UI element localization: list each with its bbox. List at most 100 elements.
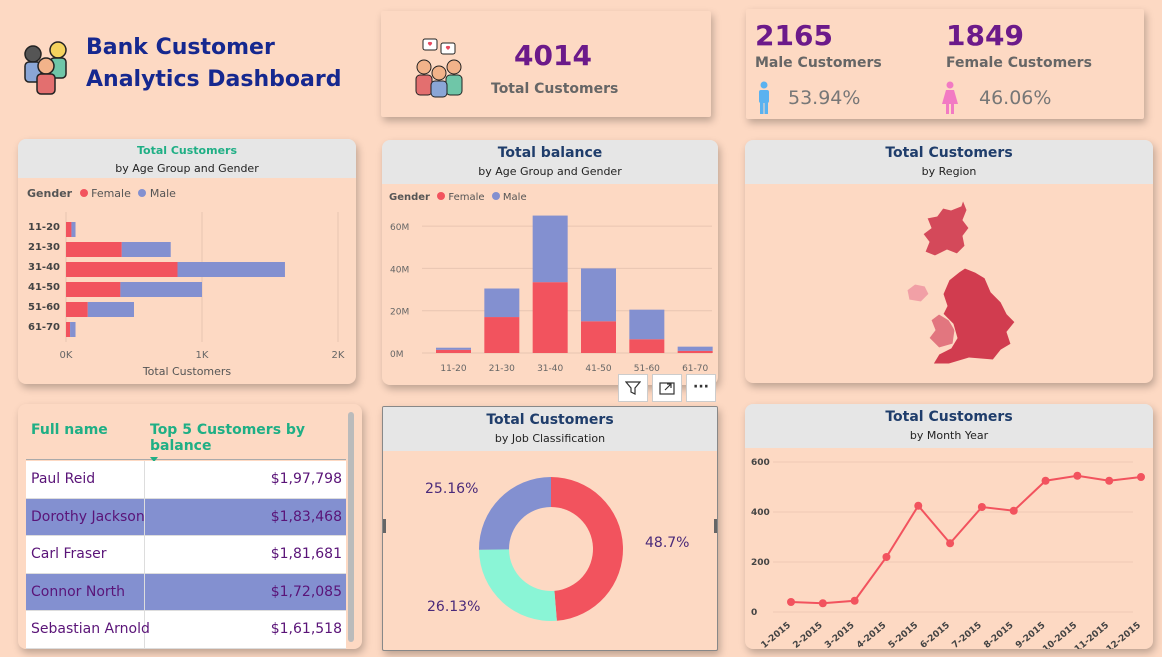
y-tick-label: 60M xyxy=(390,223,409,233)
job-header: Total Customers by Job Classification xyxy=(383,407,717,451)
y-tick-label: 51-60 xyxy=(28,302,60,313)
bar-female-51-60 xyxy=(629,339,665,353)
month-title: Total Customers xyxy=(885,409,1013,425)
female-customers-label: Female Customers xyxy=(946,55,1092,71)
y-tick-label: 600 xyxy=(751,458,770,468)
job-donut-plot: 48.7% 26.13% 25.16% xyxy=(425,477,689,621)
balance-header: Total balance by Age Group and Gender xyxy=(382,140,718,184)
bar-female-21-30 xyxy=(66,242,122,257)
point-4-2015 xyxy=(882,553,891,561)
y-tick-label: 0M xyxy=(390,350,404,360)
table-row[interactable]: Paul Reid $1,97,798 xyxy=(26,461,346,499)
y-tick-label: 61-70 xyxy=(28,322,60,333)
map-region-northern-ireland[interactable] xyxy=(906,283,930,303)
x-tick-label: 21-30 xyxy=(489,364,515,374)
x-tick-label: 11-2015 xyxy=(1073,621,1111,649)
bar-female-61-70 xyxy=(677,350,713,353)
table-row[interactable]: Connor North $1,72,085 xyxy=(26,573,346,611)
map-region-scotland[interactable] xyxy=(922,193,970,257)
x-tick-label: 5-2015 xyxy=(887,621,920,649)
focus-mode-icon xyxy=(659,382,675,395)
male-percentage: 53.94% xyxy=(788,87,861,109)
x-tick-label: 2-2015 xyxy=(791,621,824,649)
focus-mode-button[interactable] xyxy=(652,374,682,402)
cell-balance: $1,81,681 xyxy=(270,546,342,563)
map-region-england[interactable] xyxy=(932,267,1016,365)
y-tick-label: 21-30 xyxy=(28,242,60,253)
female-percentage: 46.06% xyxy=(979,87,1052,109)
bar-female-31-40 xyxy=(66,262,178,277)
table-row[interactable]: Sebastian Arnold $1,61,518 xyxy=(26,611,346,649)
col-header-balance[interactable]: Top 5 Customers by balance xyxy=(145,410,346,462)
region-title: Total Customers xyxy=(885,145,1013,161)
female-person-icon xyxy=(942,81,958,114)
age-customers-xlabel: Total Customers xyxy=(142,365,232,378)
point-9-2015 xyxy=(1041,476,1050,485)
x-tick-label: 10-2015 xyxy=(1041,621,1079,649)
cell-full-name: Paul Reid xyxy=(26,461,145,498)
x-tick-label: 7-2015 xyxy=(951,621,984,649)
bar-male-61-70 xyxy=(677,346,713,351)
bar-female-41-50 xyxy=(581,321,616,353)
female-customers-value: 1849 xyxy=(946,19,1024,52)
table-row[interactable]: Dorothy Jackson $1,83,468 xyxy=(26,498,346,536)
table-header-row: Full name Top 5 Customers by balance xyxy=(26,410,346,462)
bar-female-31-40 xyxy=(532,282,568,353)
age-customers-header: Total Customers by Age Group and Gender xyxy=(18,139,356,178)
filter-button[interactable] xyxy=(618,374,648,402)
region-map-card[interactable]: Total Customers by Region xyxy=(745,140,1153,383)
month-line-card[interactable]: Total Customers by Month Year 0 200 400 600… xyxy=(745,404,1153,649)
bar-male-21-30 xyxy=(121,242,171,257)
point-1-2015 xyxy=(787,598,795,606)
balance-chart-card[interactable]: Total balance by Age Group and Gender Ge… xyxy=(382,140,718,385)
kpi-total-customers-card[interactable]: 4014 Total Customers xyxy=(381,11,711,117)
job-classification-card[interactable]: Total Customers by Job Classification 48… xyxy=(382,406,718,651)
bar-male-11-20 xyxy=(436,347,471,350)
bar-female-11-20 xyxy=(436,349,471,353)
bar-male-51-60 xyxy=(87,302,134,317)
bar-female-41-50 xyxy=(66,282,121,297)
x-tick-label: 2K xyxy=(332,350,345,361)
bar-male-31-40 xyxy=(532,215,568,283)
col-header-full-name[interactable]: Full name xyxy=(26,410,145,459)
table-row[interactable]: Carl Fraser $1,81,681 xyxy=(26,536,346,574)
balance-subtitle: by Age Group and Gender xyxy=(478,165,622,178)
top-customers-table-card[interactable]: Full name Top 5 Customers by balance Pau… xyxy=(18,404,362,649)
month-subtitle: by Month Year xyxy=(909,429,989,442)
resize-handle-left[interactable] xyxy=(383,519,386,533)
region-subtitle: by Region xyxy=(921,165,977,178)
table-scrollbar[interactable] xyxy=(348,412,354,642)
y-tick-label: 40M xyxy=(390,265,409,275)
job-subtitle: by Job Classification xyxy=(494,432,606,445)
male-person-icon xyxy=(759,81,769,114)
y-tick-label: 11-20 xyxy=(28,222,60,233)
bar-male-11-20 xyxy=(71,222,76,237)
filter-icon xyxy=(625,381,641,395)
uk-region-map[interactable] xyxy=(745,184,1153,383)
resize-handle-right[interactable] xyxy=(714,519,717,533)
bar-male-31-40 xyxy=(177,262,285,277)
bar-male-51-60 xyxy=(629,309,665,340)
x-tick-label: 12-2015 xyxy=(1105,621,1143,649)
bar-male-61-70 xyxy=(70,322,76,337)
point-12-2015 xyxy=(1137,473,1145,481)
x-tick-label: 41-50 xyxy=(585,364,611,374)
y-tick-label: 20M xyxy=(390,308,409,318)
point-3-2015 xyxy=(850,596,859,605)
age-gender-customers-card[interactable]: Total Customers by Age Group and Gender … xyxy=(18,139,356,384)
kpi-gender-card[interactable]: 2165 Male Customers 53.94% 1849 Female C… xyxy=(746,9,1144,119)
cell-full-name: Carl Fraser xyxy=(26,536,145,573)
donut-slice-0 xyxy=(551,477,623,621)
donut-label-2: 25.16% xyxy=(425,481,478,497)
more-options-button[interactable]: ··· xyxy=(686,374,716,402)
balance-title: Total balance xyxy=(497,145,603,161)
donut-slice-2 xyxy=(479,477,551,550)
x-tick-label: 6-2015 xyxy=(919,621,952,649)
point-11-2015 xyxy=(1105,476,1114,485)
age-customers-title: Total Customers xyxy=(136,144,238,157)
cell-balance: $1,97,798 xyxy=(270,471,342,488)
donut-label-0: 48.7% xyxy=(645,535,689,551)
month-header: Total Customers by Month Year xyxy=(745,404,1153,448)
x-tick-label: 9-2015 xyxy=(1014,621,1047,649)
x-tick-label: 61-70 xyxy=(682,364,708,374)
